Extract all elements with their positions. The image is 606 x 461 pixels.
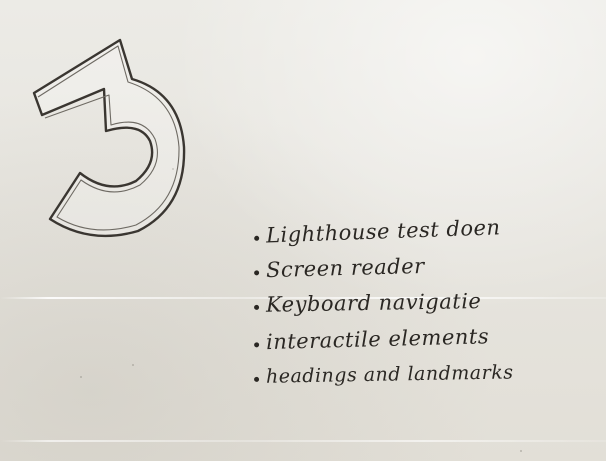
whiteboard: Lighthouse test doen Screen reader Keybo… <box>0 0 606 461</box>
light-reflection <box>0 440 606 442</box>
marker-speck <box>520 450 522 452</box>
marker-speck <box>80 376 82 378</box>
checklist: Lighthouse test doen Screen reader Keybo… <box>252 212 592 392</box>
outlined-digit-three <box>32 38 186 237</box>
marker-speck <box>132 364 134 366</box>
checklist-item: headings and landmarks <box>252 353 593 395</box>
